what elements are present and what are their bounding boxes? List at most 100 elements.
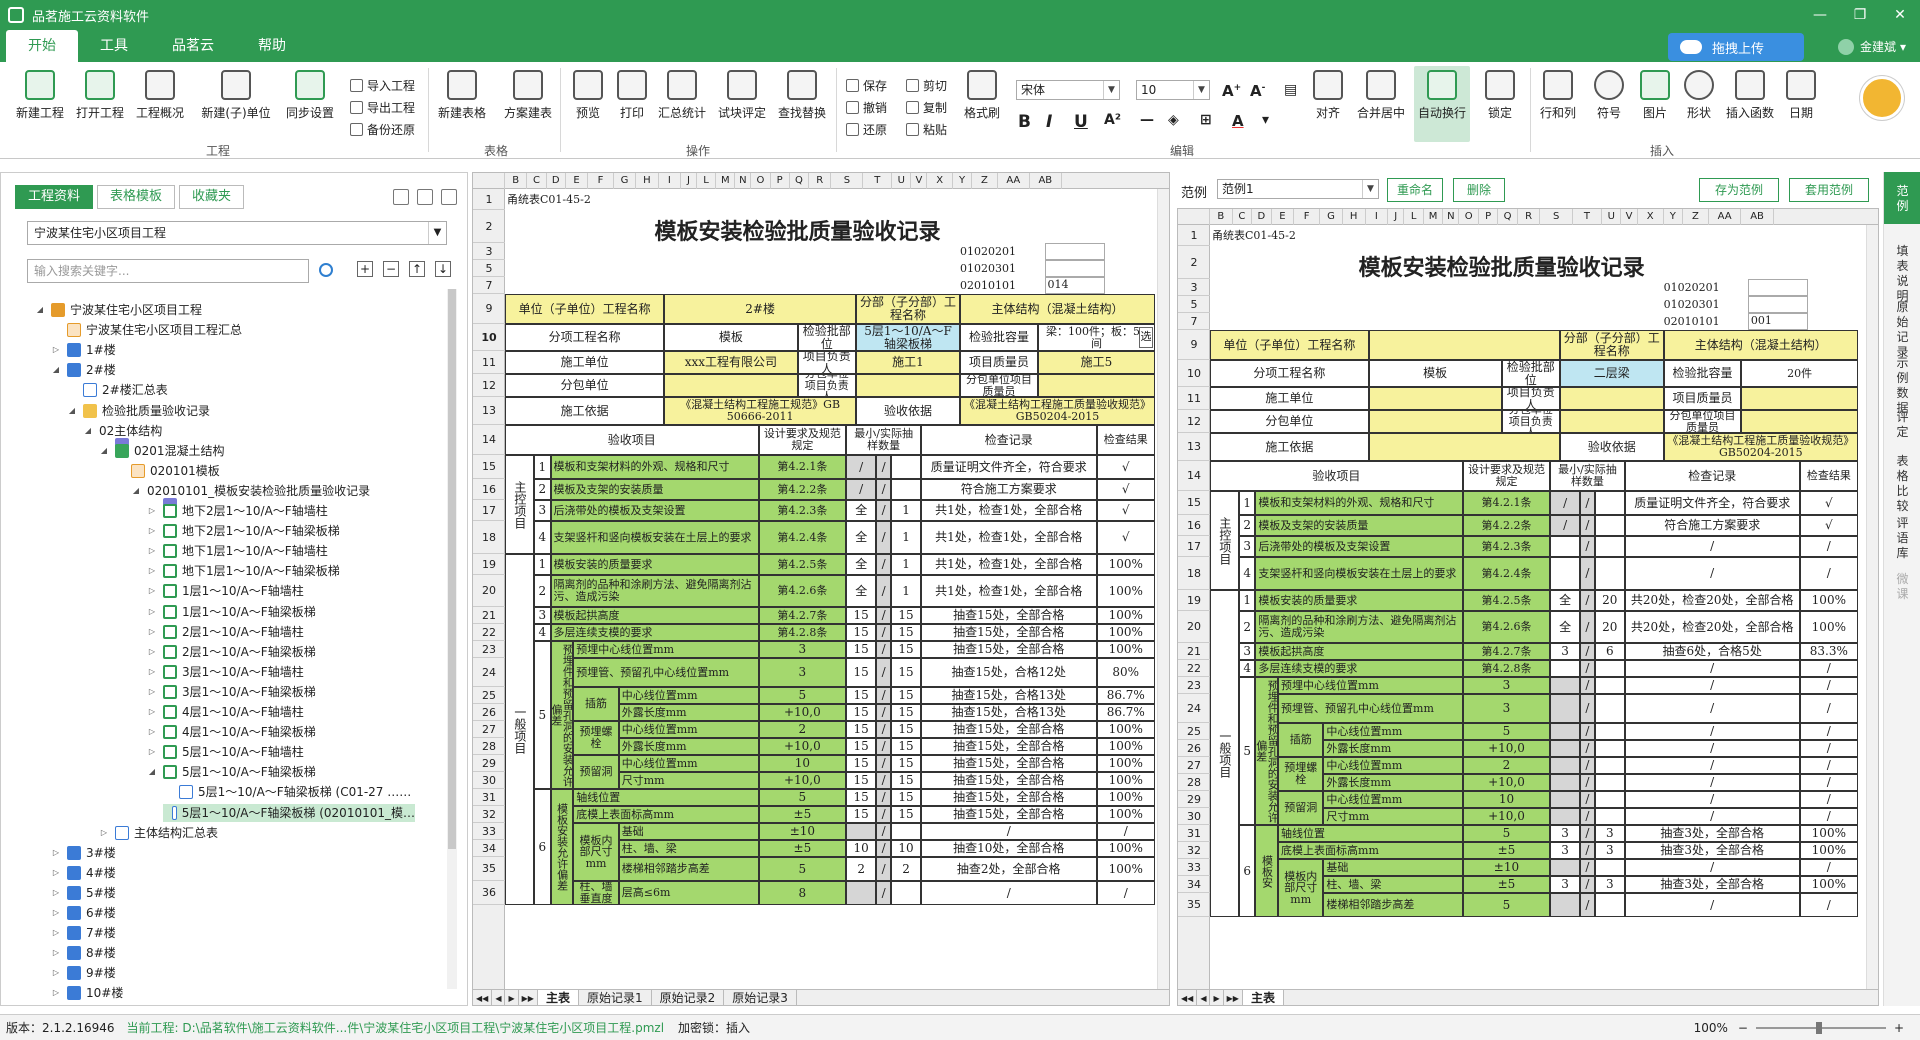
check-record[interactable]: 抽查3处，全部合格 <box>1624 876 1800 893</box>
row-header-cell[interactable]: 35 <box>473 857 505 881</box>
collapse-arrow-icon[interactable]: ◢ <box>131 482 141 500</box>
shrink-font-icon[interactable]: A- <box>1250 82 1265 100</box>
import-project-button[interactable]: 导入工程 <box>350 76 415 94</box>
tree-node[interactable]: ◢ 0201混凝土结构 <box>99 442 225 460</box>
row-header-cell[interactable]: 20 <box>473 575 505 607</box>
check-result[interactable]: 100% <box>1096 806 1155 823</box>
column-header-cell[interactable]: U <box>1602 209 1622 225</box>
row-header-cell[interactable]: 10 <box>473 324 505 351</box>
row-header-cell[interactable]: 29 <box>473 755 505 772</box>
column-header-cell[interactable]: AA <box>1709 209 1742 225</box>
sample-min[interactable]: 全 <box>846 575 877 607</box>
collapse-arrow-icon[interactable]: ◢ <box>35 301 45 319</box>
sample-actual[interactable]: 3 <box>1594 825 1625 842</box>
drag-upload-button[interactable]: 拖拽上传 <box>1668 33 1804 61</box>
font-color-icon[interactable]: A <box>1232 112 1244 130</box>
expand-arrow-icon[interactable]: ▷ <box>51 924 61 942</box>
column-header-cell[interactable]: X <box>1638 209 1664 225</box>
row-header-cell[interactable]: 26 <box>1178 740 1210 757</box>
sheet-tab[interactable]: 原始记录3 <box>724 990 797 1005</box>
sync-settings-button[interactable]: 同步设置 <box>282 70 338 121</box>
check-record[interactable]: 质量证明文件齐全，符合要求 <box>1624 491 1800 515</box>
column-header-cell[interactable]: P <box>771 173 790 189</box>
sample-min[interactable]: 全 <box>1550 590 1580 611</box>
row-header-cell[interactable]: 13 <box>473 397 505 425</box>
row-header-cell[interactable]: 11 <box>1178 387 1210 410</box>
expand-arrow-icon[interactable]: ▷ <box>147 562 157 580</box>
tree-node[interactable]: ▷ 2层1～10/A～F轴梁板梯 <box>147 643 316 661</box>
tree-node[interactable]: ▷ 3层1～10/A～F轴梁板梯 <box>147 683 316 701</box>
check-record[interactable]: 符合施工方案要求 <box>921 479 1097 500</box>
sheet-nav-icon[interactable]: ▶ <box>505 990 519 1005</box>
sample-min[interactable] <box>1550 859 1580 876</box>
check-result[interactable]: 100% <box>1096 554 1155 575</box>
tree-node[interactable]: ▷ 3层1～10/A～F轴墙柱 <box>147 663 304 681</box>
sample-min[interactable] <box>1550 557 1580 590</box>
column-header-cell[interactable]: M <box>1424 209 1444 225</box>
row-header-cell[interactable]: 23 <box>473 641 505 658</box>
expand-arrow-icon[interactable]: ▷ <box>147 582 157 600</box>
find-replace-button[interactable]: 查找替换 <box>774 70 830 121</box>
example-select[interactable]: 范例1 ▼ <box>1217 179 1379 199</box>
tree-node[interactable]: ▷ 4层1～10/A～F轴梁板梯 <box>147 723 316 741</box>
sample-min[interactable]: 3 <box>1550 643 1580 660</box>
sample-min[interactable]: 15 <box>846 658 877 687</box>
sample-actual[interactable] <box>1594 774 1625 791</box>
tree-node[interactable]: ▷ 地下2层1～10/A～F轴墙柱 <box>147 502 328 520</box>
column-header-cell[interactable]: AB <box>1741 209 1774 225</box>
sample-actual[interactable] <box>891 823 921 840</box>
column-header-cell[interactable]: F <box>1294 209 1321 225</box>
sample-actual[interactable]: 20 <box>1594 611 1625 643</box>
sample-min[interactable] <box>1550 808 1580 825</box>
column-header-cell[interactable]: H <box>636 173 659 189</box>
column-header-cell[interactable]: B <box>505 173 528 189</box>
underline-icon[interactable]: U <box>1074 112 1088 132</box>
check-result[interactable]: 100% <box>1096 755 1155 772</box>
check-record[interactable]: / <box>921 823 1097 840</box>
summary-stats-button[interactable]: 汇总统计 <box>654 70 710 121</box>
check-result[interactable]: 100% <box>1799 876 1858 893</box>
sample-min[interactable] <box>1550 740 1580 757</box>
close-icon[interactable]: ✕ <box>1880 0 1920 30</box>
sample-min[interactable] <box>1550 660 1580 677</box>
sample-min[interactable]: 2 <box>846 857 877 881</box>
column-header-cell[interactable]: Z <box>972 173 998 189</box>
check-record[interactable]: 共1处，检查1处，全部合格 <box>921 575 1097 607</box>
check-result[interactable]: 86.7% <box>1096 687 1155 704</box>
check-result[interactable]: √ <box>1096 500 1155 521</box>
check-result[interactable]: 100% <box>1799 842 1858 859</box>
expand-arrow-icon[interactable]: ▷ <box>51 884 61 902</box>
row-header-cell[interactable]: 2 <box>1178 246 1210 279</box>
check-record[interactable]: / <box>1624 808 1800 825</box>
unit-value[interactable] <box>1368 330 1560 360</box>
row-header-cell[interactable]: 15 <box>473 455 505 479</box>
tree-node[interactable]: ▷ 6#楼 <box>51 904 116 922</box>
check-record[interactable]: / <box>1624 740 1800 757</box>
sample-min[interactable] <box>846 823 877 840</box>
expand-arrow-icon[interactable]: ▷ <box>147 542 157 560</box>
tree-node[interactable]: 5层1～10/A～F轴梁板梯 (02010101_模… <box>163 803 415 822</box>
check-result[interactable]: / <box>1799 859 1858 876</box>
check-record[interactable]: / <box>1624 791 1800 808</box>
expand-arrow-icon[interactable]: ▷ <box>99 824 109 842</box>
new-unit-button[interactable]: 新建(子)单位 <box>198 70 274 121</box>
assistant-mascot-icon[interactable] <box>1860 76 1904 120</box>
tree-node[interactable]: ▷ 地下1层1～10/A～F轴梁板梯 <box>147 562 340 580</box>
sample-actual[interactable]: 15 <box>891 738 921 755</box>
check-result[interactable]: / <box>1799 557 1858 590</box>
sample-actual[interactable] <box>891 455 921 479</box>
side-tab[interactable]: 评定 <box>1884 398 1920 439</box>
check-result[interactable]: 100% <box>1096 641 1155 658</box>
column-header-cell[interactable]: F <box>588 173 614 189</box>
row-header-cell[interactable]: 33 <box>473 823 505 840</box>
font-name-select[interactable]: 宋体 ▼ <box>1016 80 1120 100</box>
basis-value[interactable]: 《混凝土结构工程施工规范》GB 50666-2011 <box>664 397 856 425</box>
row-header-cell[interactable]: 19 <box>1178 590 1210 611</box>
save-button[interactable]: 保存 <box>846 76 887 94</box>
row-header-cell[interactable]: 9 <box>1178 330 1210 360</box>
sample-min[interactable]: 15 <box>846 789 877 806</box>
column-header-cell[interactable]: E <box>1272 209 1295 225</box>
column-header-cell[interactable]: L <box>697 173 717 189</box>
scheme-table-button[interactable]: 方案建表 <box>500 70 556 121</box>
tree-node[interactable]: ▷ 地下2层1～10/A～F轴梁板梯 <box>147 522 340 540</box>
